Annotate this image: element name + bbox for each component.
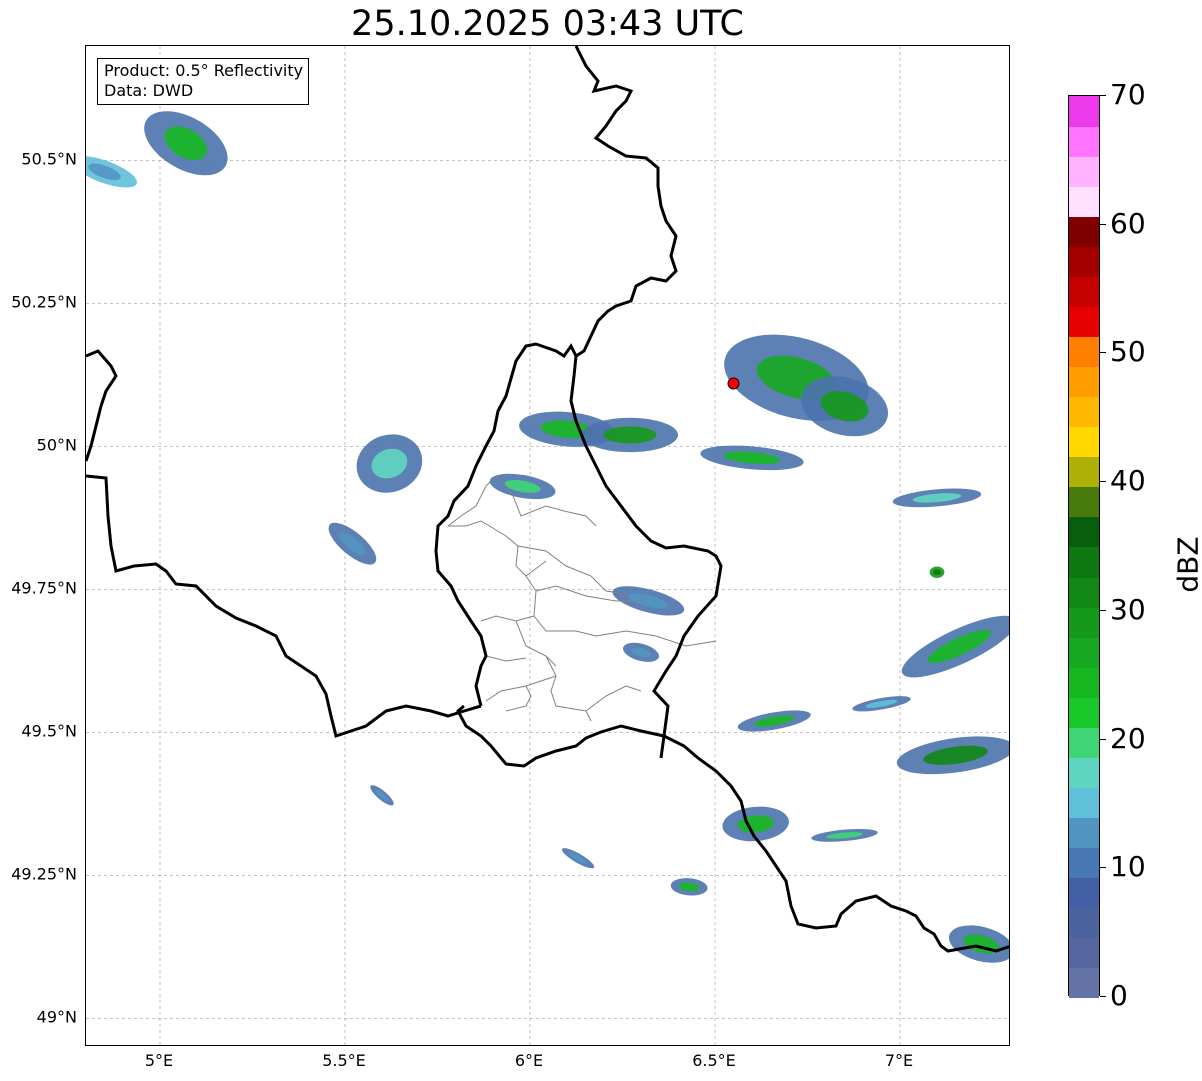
colorbar-tick [1100, 481, 1106, 483]
colorbar-segment [1069, 966, 1099, 998]
colorbar-segment [1069, 126, 1099, 158]
lat-tick-label: 50.5°N [21, 149, 77, 169]
border-germany-west [574, 46, 678, 358]
colorbar-segment [1069, 426, 1099, 458]
echo-cell [489, 473, 556, 500]
lat-tick-label: 49°N [36, 1007, 77, 1027]
country-borders [86, 46, 1009, 953]
colorbar-tick-label: 30 [1110, 592, 1146, 626]
colorbar-tick [1100, 867, 1106, 869]
lat-tick-label: 49.25°N [11, 864, 77, 884]
colorbar-segment [1069, 576, 1099, 608]
product-info-box: Product: 0.5° Reflectivity Data: DWD [97, 58, 310, 105]
colorbar-segment [1069, 456, 1099, 488]
colorbar-segment [1069, 726, 1099, 758]
border-luxembourg [434, 342, 723, 768]
colorbar-segment [1069, 546, 1099, 578]
colorbar-tick-label: 70 [1110, 77, 1146, 111]
echo-core [603, 426, 657, 444]
colorbar-tick-label: 0 [1110, 978, 1128, 1012]
echo-cell [370, 785, 394, 806]
echo-cell [892, 488, 982, 508]
colorbar-tick-label: 40 [1110, 463, 1146, 497]
colorbar-segment [1069, 96, 1099, 127]
lon-tick-label: 5°E [144, 1051, 174, 1070]
colorbar-tick-label: 20 [1110, 721, 1146, 755]
reflectivity-echoes [86, 111, 1009, 963]
colorbar-segment [1069, 666, 1099, 698]
echo-cell [622, 642, 660, 662]
district-boundary [447, 475, 717, 722]
echo-cell [852, 696, 911, 712]
colorbar-title: dBZ [1171, 536, 1202, 593]
echo-cell [581, 417, 678, 453]
colorbar-tick-label: 50 [1110, 335, 1146, 369]
lat-tick-label: 50°N [36, 435, 77, 455]
colorbar-segment [1069, 156, 1099, 188]
lat-tick-label: 49.5°N [21, 721, 77, 741]
lon-tick-label: 5.5°E [322, 1051, 366, 1070]
echo-cell [144, 111, 228, 176]
border-france-belgium [86, 474, 482, 738]
colorbar-segment [1069, 216, 1099, 248]
colorbar-tick [1100, 996, 1106, 997]
colorbar-segment [1069, 696, 1099, 728]
colorbar-segment [1069, 186, 1099, 218]
colorbar-segment [1069, 366, 1099, 398]
echo-core [932, 569, 942, 576]
echo-cell [737, 710, 811, 732]
border-belgium-north [86, 349, 118, 462]
product-label: Product: 0.5° Reflectivity [104, 61, 304, 80]
lat-tick-label: 50.25°N [11, 292, 77, 312]
colorbar-tick-label: 10 [1110, 850, 1146, 884]
colorbar-segment [1069, 816, 1099, 848]
map-plot-area[interactable] [85, 45, 1010, 1046]
radar-site-marker [727, 377, 740, 390]
data-source-label: Data: DWD [104, 81, 194, 100]
colorbar-segment [1069, 336, 1099, 368]
colorbar-segment [1069, 486, 1099, 518]
echo-cell [561, 848, 595, 869]
colorbar-segment [1069, 606, 1099, 638]
map-title: 25.10.2025 03:43 UTC [351, 4, 744, 44]
lon-tick-label: 7°E [884, 1051, 914, 1070]
lon-tick-label: 6.5°E [692, 1051, 736, 1070]
colorbar-segment [1069, 516, 1099, 548]
colorbar-segment [1069, 756, 1099, 788]
colorbar-tick [1100, 609, 1106, 611]
colorbar-segment [1069, 306, 1099, 338]
echo-cell [896, 736, 1009, 775]
colorbar-tick-label: 60 [1110, 206, 1146, 240]
echo-cell [929, 566, 945, 578]
echo-cell [328, 522, 377, 565]
colorbar-tick [1100, 95, 1106, 96]
colorbar-tick [1100, 223, 1106, 225]
colorbar-tick [1100, 738, 1106, 740]
echo-cell [901, 615, 1009, 678]
colorbar-segment [1069, 846, 1099, 878]
colorbar-segment [1069, 276, 1099, 308]
colorbar-segment [1069, 246, 1099, 278]
lon-tick-label: 6°E [514, 1051, 544, 1070]
lat-tick-label: 49.75°N [11, 578, 77, 598]
echo-cell [948, 925, 1009, 963]
colorbar-tick [1100, 352, 1106, 354]
colorbar-segment [1069, 876, 1099, 908]
colorbar-segment [1069, 786, 1099, 818]
colorbar-segment [1069, 936, 1099, 968]
radar-site [727, 377, 740, 390]
district-boundaries [447, 475, 717, 722]
echo-cell [356, 434, 423, 493]
colorbar-segment [1069, 396, 1099, 428]
echo-cell [670, 878, 708, 896]
colorbar-segment [1069, 636, 1099, 668]
colorbar-segment [1069, 906, 1099, 938]
radar-map [86, 46, 1009, 1045]
colorbar [1068, 95, 1100, 998]
echo-cell [811, 828, 878, 842]
echo-cell [86, 156, 137, 188]
